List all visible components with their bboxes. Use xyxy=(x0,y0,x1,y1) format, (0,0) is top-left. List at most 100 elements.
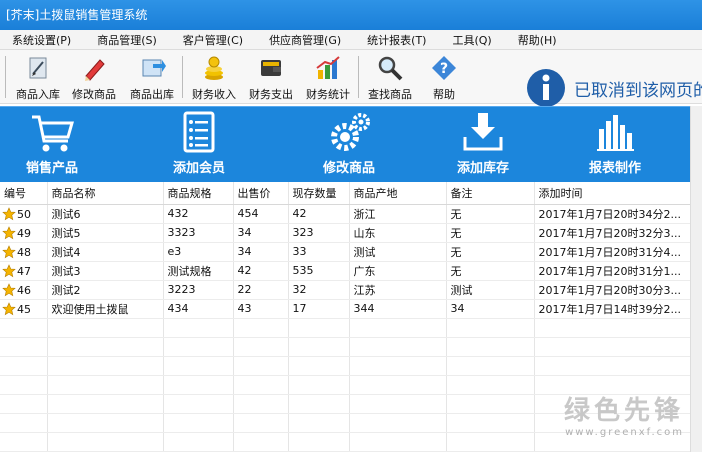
edit-product-button[interactable]: 修改商品 xyxy=(66,52,122,102)
help-button[interactable]: ? 帮助 xyxy=(416,52,472,102)
make-report-button[interactable]: 报表制作 xyxy=(560,111,670,181)
finance-stats-button[interactable]: 财务统计 xyxy=(300,52,356,102)
row-id: 49 xyxy=(17,226,31,240)
column-header-id[interactable]: 编号 xyxy=(0,182,48,205)
empty-cell xyxy=(233,356,289,376)
table-cell: 42 xyxy=(288,204,350,224)
add-inventory-button[interactable]: 添加库存 xyxy=(428,111,538,181)
empty-cell xyxy=(163,356,234,376)
empty-cell xyxy=(446,356,535,376)
table-cell: 浙江 xyxy=(349,204,447,224)
table-cell: 33 xyxy=(288,242,350,262)
menu-customer-management[interactable]: 客户管理(C) xyxy=(170,32,256,48)
table-cell: 48 xyxy=(0,242,48,262)
find-product-button[interactable]: 查找商品 xyxy=(362,52,418,102)
table-row[interactable]: 48 测试4 e3 34 33 测试无 2017年1月7日20时31分4... xyxy=(0,242,690,262)
table-row[interactable]: 49 测试5 3323 34 323 山东无 2017年1月7日20时32分3... xyxy=(0,223,690,243)
column-header-origin[interactable]: 商品产地 xyxy=(349,182,447,205)
empty-cell xyxy=(288,318,350,338)
row-id: 45 xyxy=(17,302,31,316)
column-header-stock[interactable]: 现存数量 xyxy=(288,182,350,205)
empty-cell xyxy=(534,337,690,357)
menu-system-settings[interactable]: 系统设置(P) xyxy=(0,32,84,48)
column-header-added-time[interactable]: 添加时间 xyxy=(534,182,690,205)
column-header-remark[interactable]: 备注 xyxy=(446,182,535,205)
watermark-url: www.greenxf.com xyxy=(565,427,684,438)
info-icon xyxy=(527,69,565,107)
table-row[interactable]: 46 测试2 3223 22 32 江苏 测试 2017年1月7日20时30分3... xyxy=(0,280,690,300)
empty-cell xyxy=(288,394,350,414)
empty-cell xyxy=(0,432,48,452)
empty-cell xyxy=(163,432,234,452)
toolbar-separator xyxy=(5,56,6,98)
finance-income-button[interactable]: 财务收入 xyxy=(186,52,242,102)
vertical-scrollbar[interactable] xyxy=(690,106,702,452)
empty-cell xyxy=(47,432,164,452)
empty-cell xyxy=(163,394,234,414)
table-cell: 47 xyxy=(0,261,48,281)
add-member-button[interactable]: 添加会员 xyxy=(144,111,254,181)
navigation-cancelled-notice: 已取消到该网页的 xyxy=(526,69,702,107)
table-cell: 34 xyxy=(446,299,535,319)
empty-cell xyxy=(0,356,48,376)
menu-bar: 系统设置(P) 商品管理(S) 客户管理(C) 供应商管理(G) 统计报表(T)… xyxy=(0,30,702,50)
table-cell: 测试4 xyxy=(47,242,164,262)
wallet-icon xyxy=(261,60,281,76)
star-icon xyxy=(2,206,16,220)
table-row[interactable]: 45 欢迎使用土拨鼠 434 43 17 344 34 2017年1月7日14时39分2... xyxy=(0,299,690,319)
column-header-spec[interactable]: 商品规格 xyxy=(163,182,234,205)
table-cell: 434 xyxy=(163,299,234,319)
empty-cell xyxy=(233,337,289,357)
member-list-icon xyxy=(183,111,215,153)
table-cell: 测试5 xyxy=(47,223,164,243)
menu-help[interactable]: 帮助(H) xyxy=(505,32,570,48)
table-cell: 50 xyxy=(0,204,48,224)
menu-product-management[interactable]: 商品管理(S) xyxy=(84,32,170,48)
stock-out-button[interactable]: 商品出库 xyxy=(124,52,180,102)
stock-in-icon xyxy=(29,57,47,79)
empty-cell xyxy=(233,394,289,414)
sell-product-button[interactable]: 销售产品 xyxy=(0,111,107,181)
menu-tools[interactable]: 工具(Q) xyxy=(439,32,504,48)
finance-expense-button[interactable]: 财务支出 xyxy=(243,52,299,102)
gears-icon xyxy=(331,113,370,151)
table-row[interactable]: 47 测试3 测试规格 42 535 广东无 2017年1月7日20时31分1... xyxy=(0,261,690,281)
table-cell: 测试规格 xyxy=(163,261,234,281)
table-cell: 17 xyxy=(288,299,350,319)
empty-cell xyxy=(233,413,289,433)
table-cell: 45 xyxy=(0,299,48,319)
magnifier-icon xyxy=(378,56,403,81)
empty-cell xyxy=(0,337,48,357)
watermark-main-text: 绿色先锋 xyxy=(563,396,684,426)
modify-product-button[interactable]: 修改商品 xyxy=(294,111,404,181)
empty-cell xyxy=(288,413,350,433)
column-header-price[interactable]: 出售价 xyxy=(233,182,289,205)
column-header-name[interactable]: 商品名称 xyxy=(47,182,164,205)
table-cell: 江苏 xyxy=(349,280,447,300)
table-cell: 323 xyxy=(288,223,350,243)
bar-chart-icon xyxy=(316,56,340,79)
empty-cell xyxy=(288,375,350,395)
stock-in-button[interactable]: 商品入库 xyxy=(10,52,66,102)
table-cell: 2017年1月7日20时31分4... xyxy=(534,242,690,262)
table-cell: e3 xyxy=(163,242,234,262)
row-id: 50 xyxy=(17,207,31,221)
empty-cell xyxy=(0,318,48,338)
svg-text:?: ? xyxy=(440,61,448,77)
table-cell: 测试 xyxy=(349,242,447,262)
table-cell: 49 xyxy=(0,223,48,243)
empty-cell xyxy=(163,337,234,357)
table-cell: 535 xyxy=(288,261,350,281)
empty-cell xyxy=(446,413,535,433)
quick-action-bar: 销售产品 添加会员 修改商品 添加库存 报表制作 xyxy=(0,106,690,182)
help-icon: ? xyxy=(432,56,456,80)
row-id: 46 xyxy=(17,283,31,297)
empty-cell xyxy=(349,394,447,414)
coins-icon xyxy=(205,56,223,80)
table-row[interactable]: 50 测试6 432 454 42 浙江无 2017年1月7日20时34分2... xyxy=(0,204,690,224)
table-cell: 3223 xyxy=(163,280,234,300)
menu-supplier-management[interactable]: 供应商管理(G) xyxy=(256,32,354,48)
empty-cell xyxy=(47,337,164,357)
menu-reports[interactable]: 统计报表(T) xyxy=(354,32,439,48)
empty-cell xyxy=(0,413,48,433)
